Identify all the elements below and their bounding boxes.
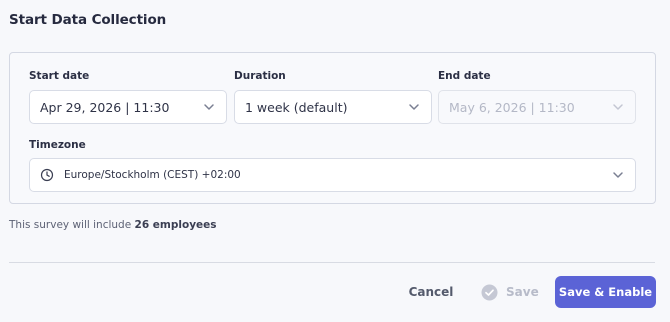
end-date-select: May 6, 2026 | 11:30 xyxy=(438,90,636,124)
collection-settings-card: Start date Apr 29, 2026 | 11:30 Duration… xyxy=(9,52,656,204)
chevron-down-icon xyxy=(407,100,421,114)
save-button[interactable]: Save xyxy=(481,281,541,303)
clock-icon xyxy=(40,168,54,182)
chevron-down-icon xyxy=(611,168,625,182)
employee-count-note: This survey will include 26 employees xyxy=(9,219,217,231)
start-date-label: Start date xyxy=(29,70,90,82)
note-prefix: This survey will include xyxy=(9,219,135,231)
chevron-down-icon xyxy=(611,100,625,114)
end-date-label: End date xyxy=(438,70,491,82)
chevron-down-icon xyxy=(202,100,216,114)
duration-select[interactable]: 1 week (default) xyxy=(234,90,432,124)
footer-divider xyxy=(9,262,655,263)
check-circle-icon xyxy=(481,284,498,301)
employee-count: 26 employees xyxy=(134,219,217,231)
save-and-enable-button[interactable]: Save & Enable xyxy=(555,276,656,308)
timezone-value: Europe/Stockholm (CEST) +02:00 xyxy=(64,169,241,181)
duration-label: Duration xyxy=(234,70,286,82)
cancel-button[interactable]: Cancel xyxy=(400,281,462,303)
timezone-label: Timezone xyxy=(29,139,86,151)
duration-value: 1 week (default) xyxy=(245,99,348,115)
page-title: Start Data Collection xyxy=(9,12,167,28)
start-date-select[interactable]: Apr 29, 2026 | 11:30 xyxy=(29,90,227,124)
timezone-select[interactable]: Europe/Stockholm (CEST) +02:00 xyxy=(29,158,636,192)
save-button-label: Save xyxy=(506,285,539,299)
end-date-value: May 6, 2026 | 11:30 xyxy=(449,99,575,115)
start-date-value: Apr 29, 2026 | 11:30 xyxy=(40,99,170,115)
